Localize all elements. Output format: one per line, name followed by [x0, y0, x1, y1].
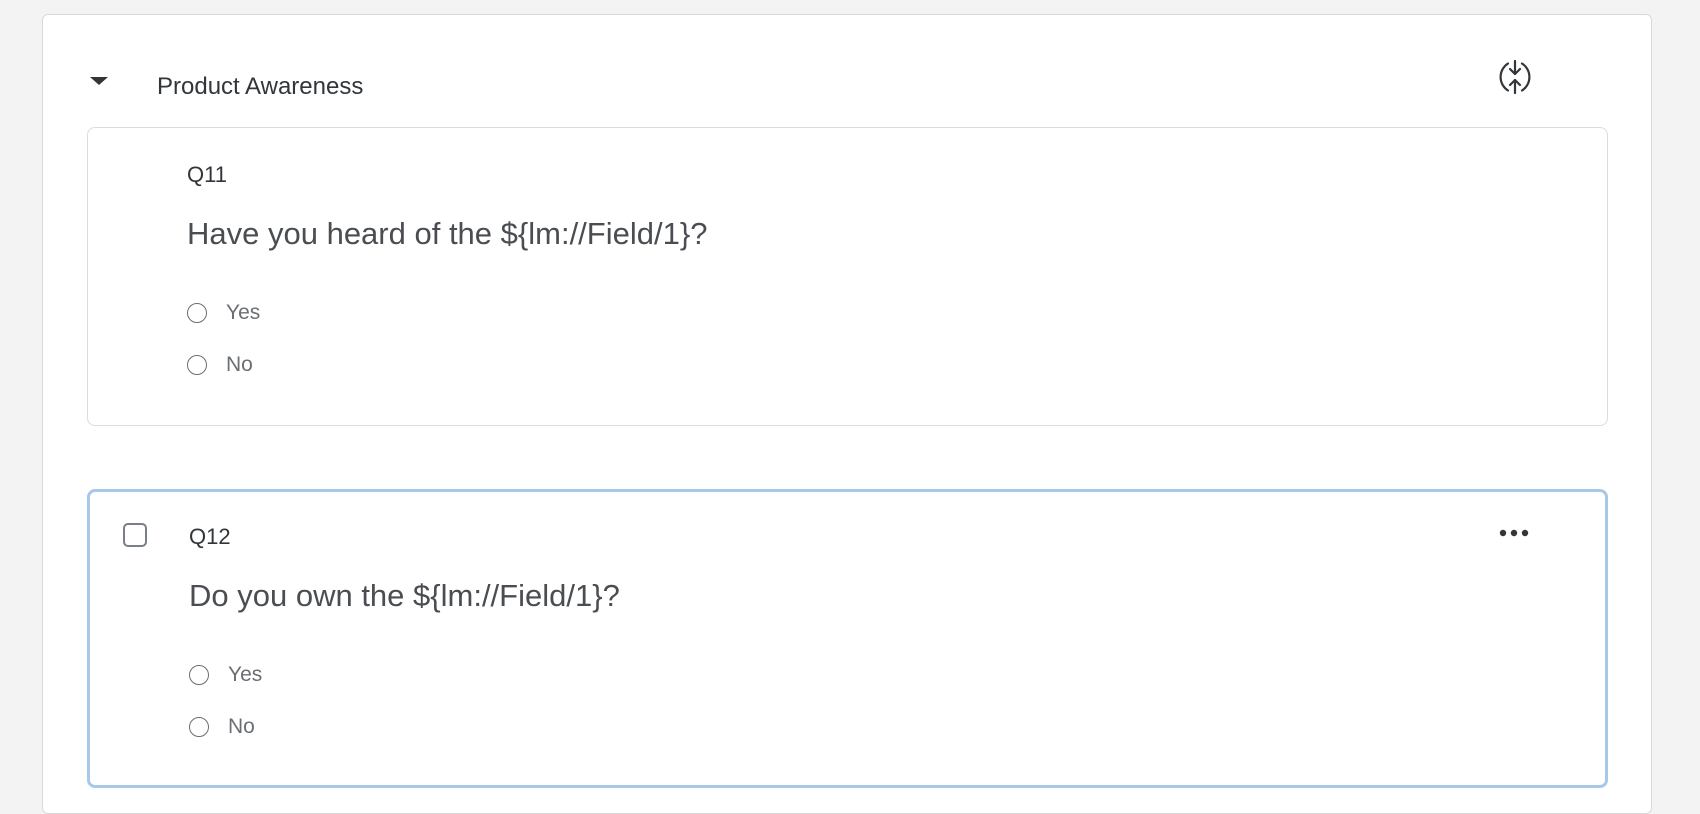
choice-label: Yes [228, 663, 263, 686]
caret-down-icon[interactable] [87, 71, 111, 91]
question-q12[interactable]: Q12 Do you own the ${lm://Field/1}? Yes … [87, 489, 1608, 788]
choice-yes[interactable]: Yes [189, 660, 262, 690]
question-select-checkbox[interactable] [123, 523, 147, 547]
choice-no[interactable]: No [187, 350, 253, 380]
radio-button[interactable] [187, 303, 207, 323]
survey-block: Product Awareness Q11 Have you heard of … [42, 14, 1652, 814]
block-title: Product Awareness [157, 73, 364, 100]
radio-button[interactable] [189, 665, 209, 685]
choice-no[interactable]: No [189, 712, 255, 742]
question-label: Q11 [187, 162, 227, 187]
radio-button[interactable] [189, 717, 209, 737]
question-q11[interactable]: Q11 Have you heard of the ${lm://Field/1… [87, 127, 1608, 426]
loop-and-merge-icon[interactable] [1493, 55, 1537, 99]
more-options-icon[interactable] [1494, 518, 1534, 548]
question-label: Q12 [189, 524, 231, 549]
radio-button[interactable] [187, 355, 207, 375]
question-text[interactable]: Do you own the ${lm://Field/1}? [189, 578, 620, 614]
question-text[interactable]: Have you heard of the ${lm://Field/1}? [187, 216, 707, 252]
choice-label: No [226, 353, 253, 376]
choice-label: No [228, 715, 255, 738]
choice-yes[interactable]: Yes [187, 298, 260, 328]
choice-label: Yes [226, 301, 261, 324]
block-header: Product Awareness [43, 15, 1651, 115]
